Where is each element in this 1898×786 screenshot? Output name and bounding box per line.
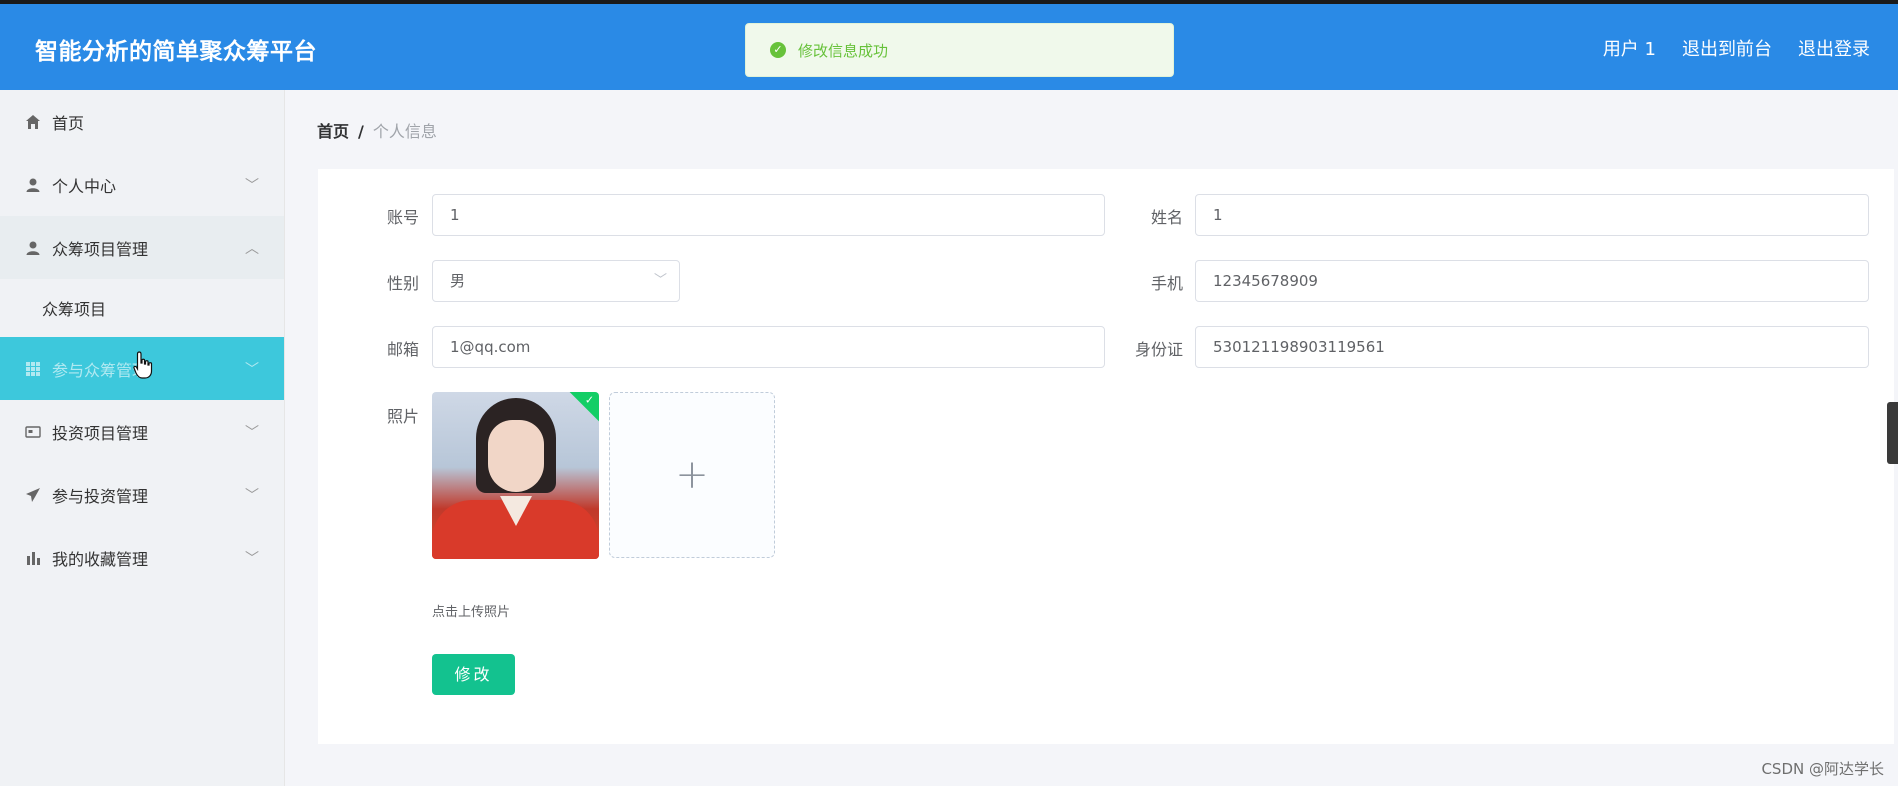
email-field[interactable]: 1@qq.com bbox=[432, 326, 1105, 368]
logout-link[interactable]: 退出登录 bbox=[1798, 35, 1870, 61]
breadcrumb-current: 个人信息 bbox=[372, 122, 437, 141]
home-icon bbox=[24, 113, 42, 131]
sidebar-item-label: 众筹项目 bbox=[42, 300, 107, 319]
sidebar-item-label: 众筹项目管理 bbox=[52, 239, 149, 259]
idcard-field[interactable]: 530121198903119561 bbox=[1195, 326, 1869, 368]
sidebar-item-label: 参与投资管理 bbox=[52, 486, 149, 506]
grid-icon bbox=[24, 360, 42, 378]
modify-button[interactable]: 修改 bbox=[432, 654, 515, 695]
gender-value: 男 bbox=[450, 272, 466, 290]
current-user-link[interactable]: 用户 1 bbox=[1603, 35, 1656, 61]
uploaded-photo-thumbnail[interactable]: ✓ bbox=[432, 392, 599, 559]
card-icon bbox=[24, 423, 42, 441]
email-label: 邮箱 bbox=[386, 340, 419, 359]
sidebar-item-crowdfunding-mgmt[interactable]: 众筹项目管理 ︿ bbox=[0, 216, 284, 279]
toast-message: 修改信息成功 bbox=[798, 41, 889, 60]
app-title: 智能分析的简单聚众筹平台 bbox=[35, 39, 317, 65]
sidebar-menu: 首页 个人中心 ﹀ 众筹项目管理 ︿ 众筹项目 参与众筹管理 ﹀ 投资项目管理 … bbox=[0, 90, 285, 786]
success-toast: ✓ 修改信息成功 bbox=[745, 23, 1174, 77]
chevron-down-icon: ﹀ bbox=[245, 551, 259, 567]
photo-label: 照片 bbox=[386, 407, 419, 426]
chevron-up-icon: ︿ bbox=[245, 241, 259, 257]
photo-upload-button[interactable]: + bbox=[609, 392, 775, 558]
account-field[interactable]: 1 bbox=[432, 194, 1105, 236]
chevron-down-icon: ﹀ bbox=[245, 488, 259, 504]
chevron-down-icon: ﹀ bbox=[245, 425, 259, 441]
user-icon bbox=[24, 176, 42, 194]
sidebar-subitem-crowdfunding-project[interactable]: 众筹项目 bbox=[0, 279, 284, 337]
sidebar-item-personal-center[interactable]: 个人中心 ﹀ bbox=[0, 153, 284, 216]
sidebar-item-favorites[interactable]: 我的收藏管理 ﹀ bbox=[0, 526, 284, 589]
plus-icon: + bbox=[675, 452, 709, 498]
sidebar-item-join-investment[interactable]: 参与投资管理 ﹀ bbox=[0, 463, 284, 526]
upload-hint: 点击上传照片 bbox=[432, 605, 511, 620]
account-label: 账号 bbox=[386, 208, 419, 227]
gender-label: 性别 bbox=[386, 274, 419, 293]
idcard-label: 身份证 bbox=[1134, 340, 1183, 359]
header-nav: 用户 1 退出到前台 退出登录 bbox=[1603, 35, 1870, 61]
sidebar-item-investment-mgmt[interactable]: 投资项目管理 ﹀ bbox=[0, 400, 284, 463]
phone-field[interactable]: 12345678909 bbox=[1195, 260, 1869, 302]
gender-select[interactable]: 男 ﹀ bbox=[432, 260, 680, 302]
exit-to-frontend-link[interactable]: 退出到前台 bbox=[1682, 35, 1772, 61]
name-field[interactable]: 1 bbox=[1195, 194, 1869, 236]
scrollbar-handle[interactable] bbox=[1887, 402, 1898, 464]
sidebar-item-label: 我的收藏管理 bbox=[52, 549, 149, 569]
chevron-down-icon: ﹀ bbox=[245, 362, 259, 378]
chart-bar-icon bbox=[24, 549, 42, 567]
chevron-down-icon: ﹀ bbox=[653, 273, 667, 288]
success-check-icon: ✓ bbox=[770, 42, 786, 58]
user-icon bbox=[24, 239, 42, 257]
sidebar-item-label: 投资项目管理 bbox=[52, 423, 149, 443]
sidebar-item-home[interactable]: 首页 bbox=[0, 90, 284, 153]
chevron-down-icon: ﹀ bbox=[245, 178, 259, 194]
name-label: 姓名 bbox=[1150, 208, 1183, 227]
hand-cursor-icon bbox=[133, 351, 153, 379]
send-icon bbox=[24, 486, 42, 504]
phone-label: 手机 bbox=[1150, 274, 1183, 293]
breadcrumb: 首页 / 个人信息 bbox=[317, 118, 437, 142]
sidebar-item-label: 个人中心 bbox=[52, 176, 117, 196]
watermark: CSDN @阿达学长 bbox=[1761, 760, 1884, 778]
breadcrumb-separator: / bbox=[358, 122, 364, 141]
sidebar-item-label: 首页 bbox=[52, 113, 85, 133]
breadcrumb-home[interactable]: 首页 bbox=[317, 122, 349, 141]
